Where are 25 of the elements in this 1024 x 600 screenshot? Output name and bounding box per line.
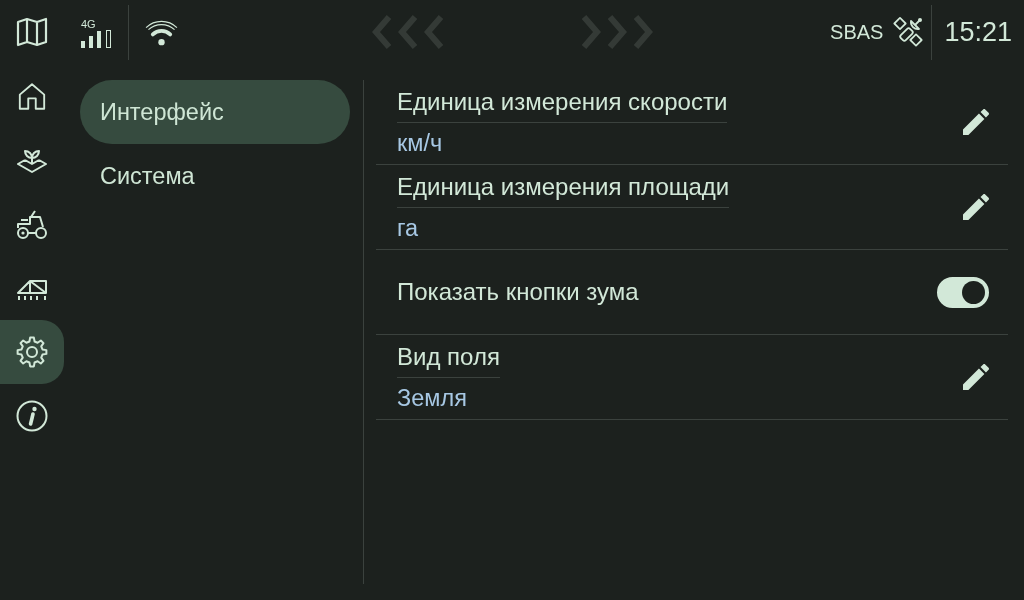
- setting-value: км/ч: [397, 128, 443, 157]
- satellite-icon: [892, 16, 925, 48]
- pencil-icon[interactable]: [963, 364, 989, 390]
- clock-time: 15:21: [944, 16, 1012, 48]
- map-icon[interactable]: [16, 17, 48, 47]
- info-icon: [16, 400, 48, 432]
- pencil-icon[interactable]: [963, 109, 989, 135]
- setting-title: Единица измерения скорости: [397, 87, 728, 116]
- toggle-switch[interactable]: [937, 276, 989, 308]
- menu-item[interactable]: Система: [80, 144, 350, 208]
- nav-rail-item[interactable]: [0, 320, 64, 384]
- sprout-icon: [16, 147, 48, 173]
- wifi-icon: [145, 18, 178, 46]
- signal-icon: [81, 29, 111, 48]
- tractor-icon: [16, 208, 48, 240]
- settings-icon: [16, 336, 48, 368]
- correction-label: SBAS: [830, 20, 884, 44]
- setting-title: Показать кнопки зума: [397, 278, 639, 306]
- setting-value: Земля: [397, 383, 467, 412]
- network-type-label: 4G: [81, 18, 96, 30]
- setting-value: га: [397, 213, 419, 242]
- setting-title: Вид поля: [397, 342, 500, 371]
- pencil-icon[interactable]: [963, 194, 989, 220]
- setting-title: Единица измерения площади: [397, 172, 730, 201]
- menu-item[interactable]: Интерфейс: [80, 80, 350, 144]
